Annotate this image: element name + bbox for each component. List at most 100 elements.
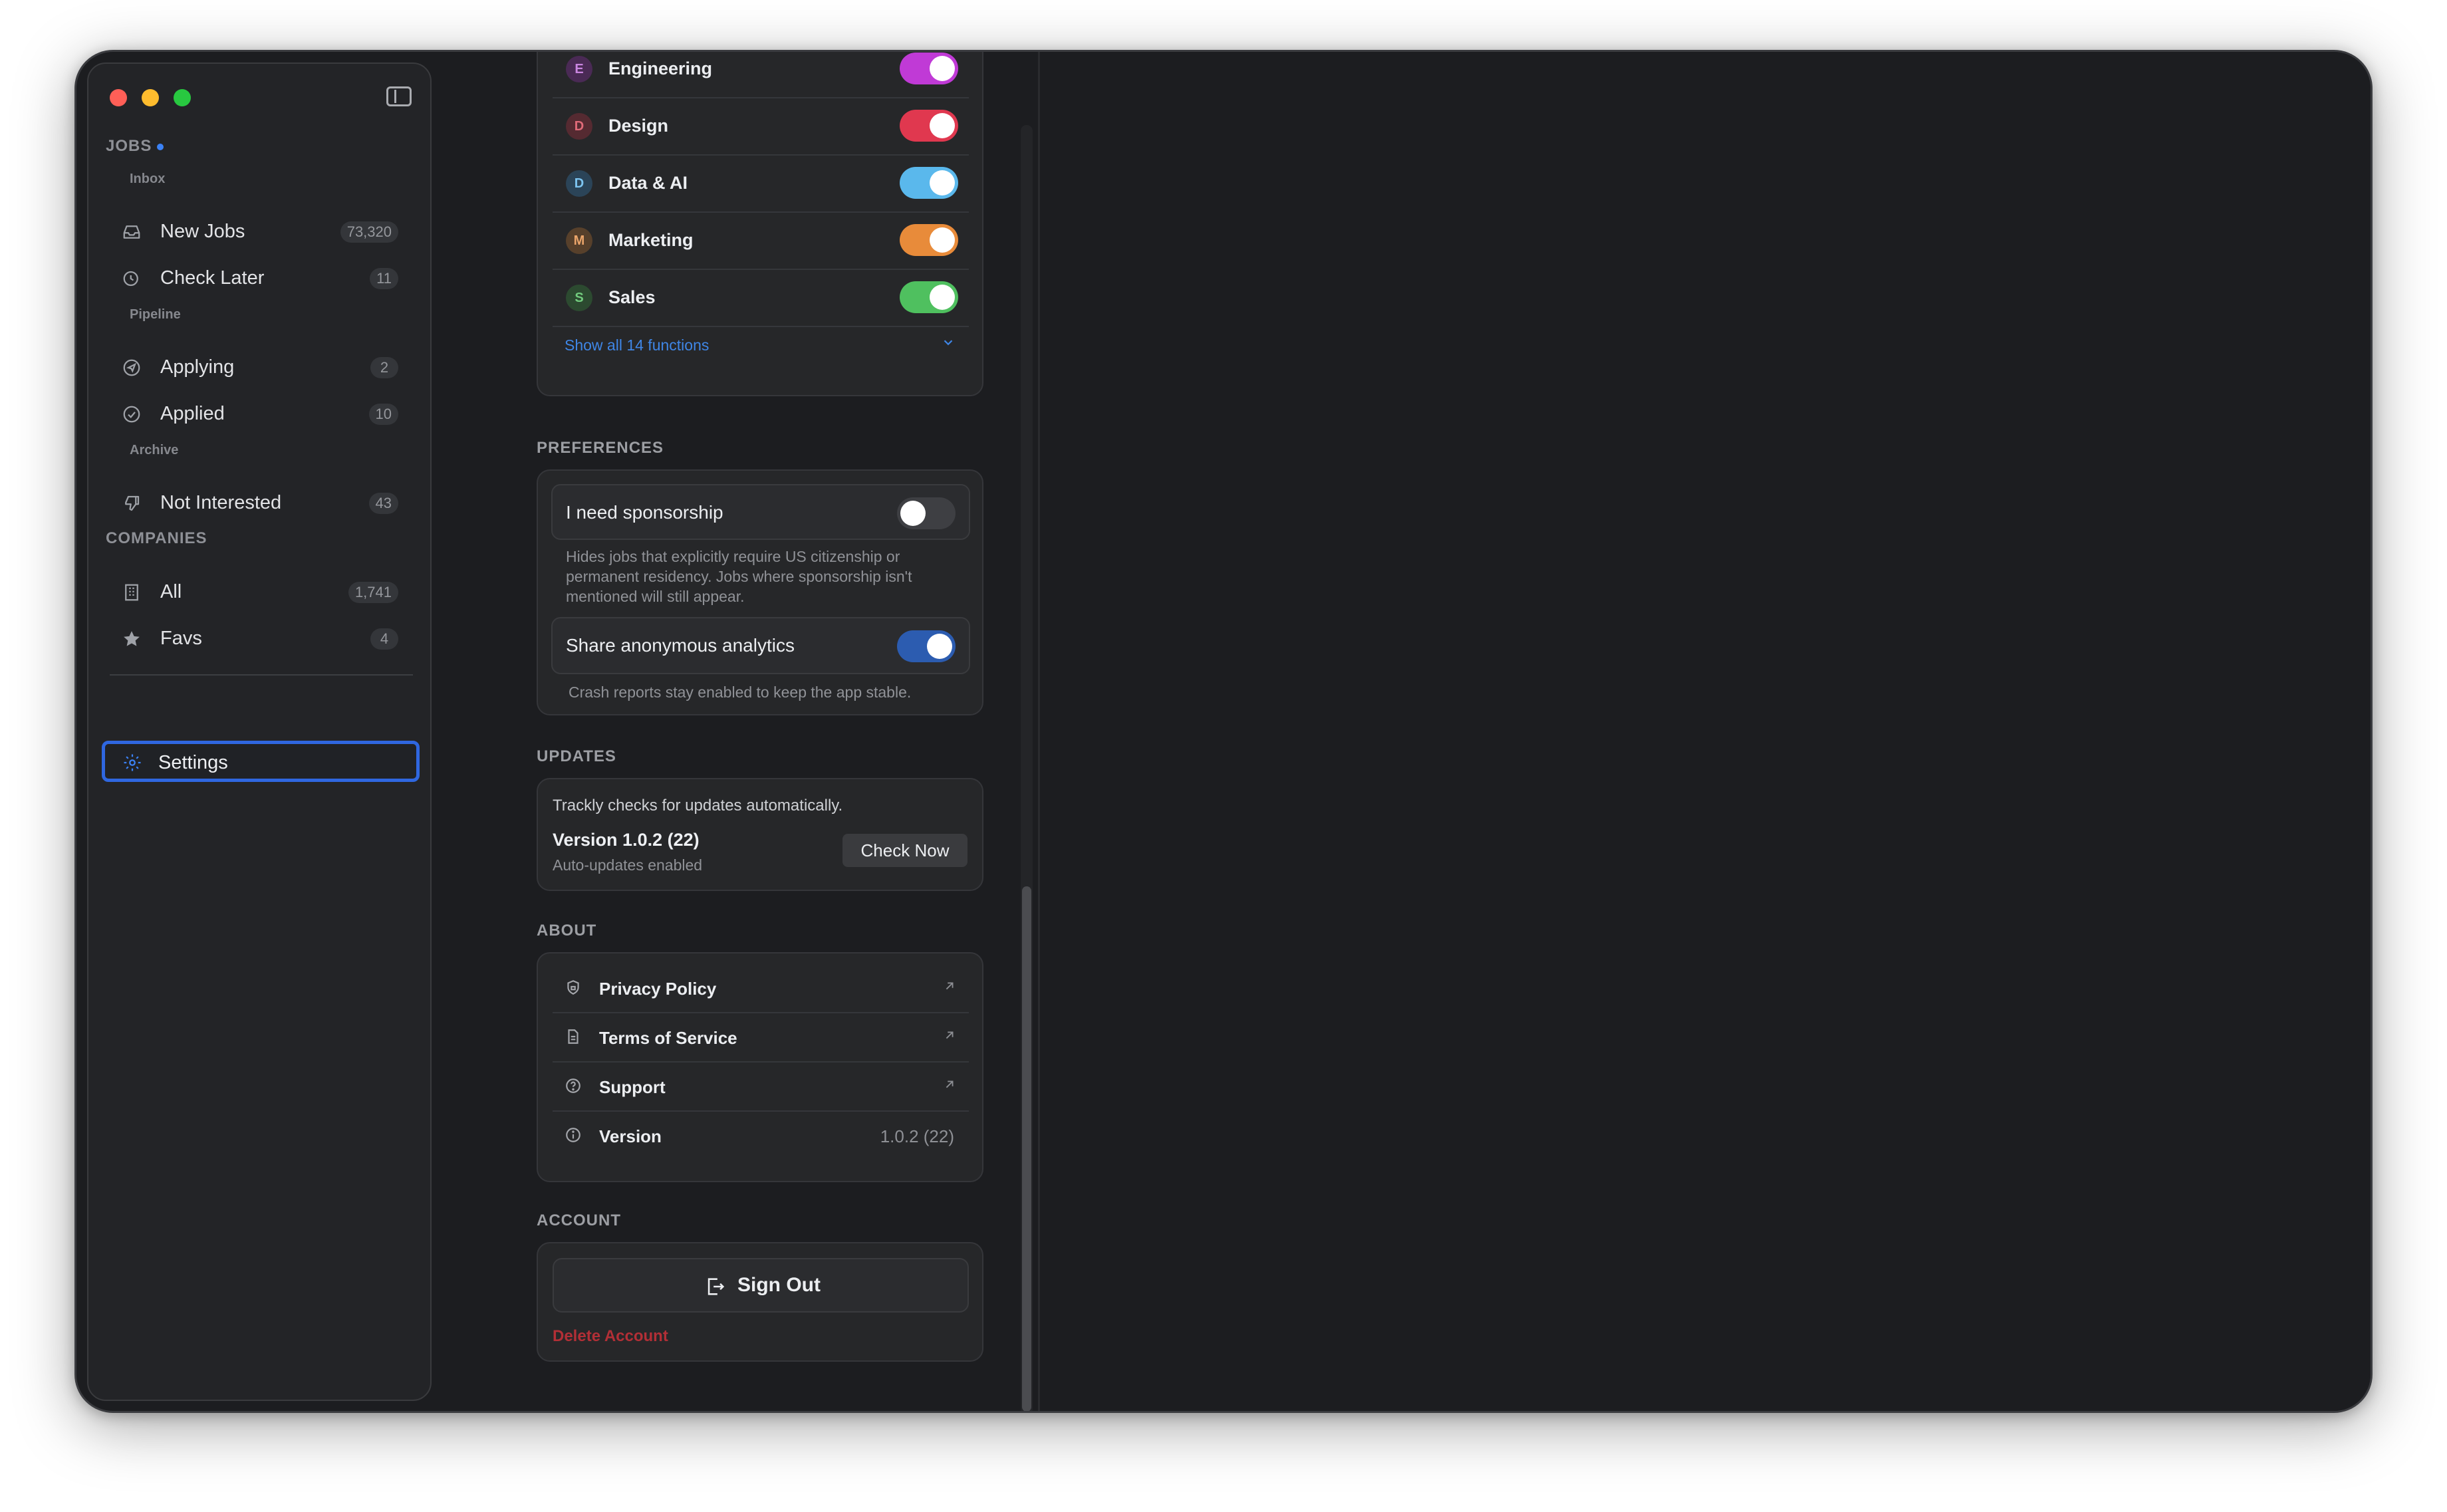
- sidebar: JOBS Inbox New Jobs 73,320 Check Later 1…: [87, 63, 432, 1401]
- version-value: 1.0.2 (22): [880, 1126, 954, 1146]
- marketing-toggle[interactable]: [900, 224, 958, 256]
- analytics-toggle[interactable]: [897, 630, 956, 662]
- sidebar-item-new-jobs[interactable]: New Jobs 73,320: [104, 211, 414, 250]
- companies-section-header: COMPANIES: [106, 529, 207, 547]
- toggle-knob: [930, 285, 955, 310]
- sidebar-item-not-interested[interactable]: Not Interested 43: [104, 483, 414, 521]
- inbox-group-label: Inbox: [130, 172, 166, 186]
- support-link[interactable]: Support: [553, 1061, 969, 1112]
- star-icon: [122, 629, 142, 649]
- sponsorship-label: I need sponsorship: [566, 502, 723, 523]
- function-row-marketing: M Marketing: [553, 211, 969, 270]
- count-badge: 10: [368, 404, 398, 425]
- sidebar-item-check-later[interactable]: Check Later 11: [104, 258, 414, 297]
- app-window: JOBS Inbox New Jobs 73,320 Check Later 1…: [74, 50, 2373, 1413]
- sponsorship-toggle[interactable]: [897, 497, 956, 529]
- sponsorship-row: I need sponsorship: [551, 484, 970, 540]
- sidebar-item-label: Not Interested: [160, 492, 282, 513]
- sidebar-item-settings[interactable]: Settings: [102, 741, 420, 782]
- document-icon: [565, 1028, 582, 1045]
- check-circle-icon: [122, 404, 142, 424]
- show-all-functions-link[interactable]: Show all 14 functions: [565, 336, 709, 354]
- delete-account-link[interactable]: Delete Account: [553, 1327, 668, 1346]
- external-link-icon: [942, 1028, 957, 1043]
- sidebar-item-applying[interactable]: Applying 2: [104, 347, 414, 386]
- toggle-knob: [930, 170, 955, 195]
- toggle-knob: [930, 227, 955, 253]
- count-badge: 11: [370, 268, 398, 289]
- terms-of-service-link[interactable]: Terms of Service: [553, 1012, 969, 1063]
- sponsorship-description: Hides jobs that explicitly require US ci…: [566, 548, 912, 605]
- function-row-sales: S Sales: [553, 269, 969, 327]
- account-card: Sign Out Delete Account: [537, 1242, 983, 1362]
- jobs-section-header: JOBS: [106, 137, 164, 156]
- sidebar-divider: [110, 674, 413, 676]
- pipeline-group-label: Pipeline: [130, 307, 181, 322]
- detail-pane: [1040, 52, 2371, 1411]
- function-avatar: E: [566, 56, 592, 82]
- count-badge: 4: [370, 628, 398, 650]
- data-ai-toggle[interactable]: [900, 167, 958, 199]
- account-header: ACCOUNT: [537, 1211, 621, 1229]
- scrollbar-thumb[interactable]: [1022, 886, 1031, 1411]
- count-badge: 73,320: [340, 221, 398, 243]
- close-window-button[interactable]: [110, 89, 127, 106]
- clock-icon: [122, 269, 142, 289]
- count-badge: 1,741: [348, 582, 398, 603]
- count-badge: 2: [370, 357, 398, 378]
- sidebar-toggle-icon[interactable]: [386, 86, 412, 106]
- sidebar-item-applied[interactable]: Applied 10: [104, 394, 414, 432]
- sign-out-label: Sign Out: [737, 1274, 821, 1296]
- engineering-toggle[interactable]: [900, 53, 958, 84]
- sales-toggle[interactable]: [900, 281, 958, 313]
- about-label: Support: [599, 1077, 666, 1097]
- function-label: Marketing: [608, 230, 694, 250]
- sidebar-item-label: Applying: [160, 356, 235, 378]
- version-row: Version 1.0.2 (22): [553, 1110, 969, 1160]
- toggle-knob: [930, 113, 955, 138]
- gear-icon: [122, 753, 142, 773]
- sidebar-item-label: All: [160, 581, 182, 602]
- about-label: Privacy Policy: [599, 979, 717, 999]
- about-label: Terms of Service: [599, 1028, 737, 1048]
- check-now-button[interactable]: Check Now: [842, 834, 967, 867]
- about-label: Version: [599, 1126, 662, 1146]
- sidebar-item-all-companies[interactable]: All 1,741: [104, 572, 414, 610]
- function-label: Sales: [608, 287, 656, 307]
- analytics-description: Crash reports stay enabled to keep the a…: [569, 684, 912, 701]
- paper-plane-icon: [122, 358, 142, 378]
- function-avatar: S: [566, 285, 592, 311]
- function-row-data-ai: D Data & AI: [553, 154, 969, 213]
- info-circle-icon: [565, 1126, 582, 1144]
- thumbs-down-icon: [122, 493, 142, 513]
- unread-dot-icon: [157, 143, 164, 150]
- building-icon: [122, 582, 142, 602]
- chevron-down-icon[interactable]: [941, 335, 956, 350]
- sidebar-item-favs[interactable]: Favs 4: [104, 618, 414, 657]
- external-link-icon: [942, 1077, 957, 1092]
- function-label: Engineering: [608, 59, 713, 78]
- toggle-knob: [930, 56, 955, 81]
- question-circle-icon: [565, 1077, 582, 1094]
- minimize-window-button[interactable]: [142, 89, 159, 106]
- sidebar-item-label: Check Later: [160, 267, 265, 289]
- preferences-header: PREFERENCES: [537, 439, 664, 457]
- shield-lock-icon: [565, 979, 582, 996]
- analytics-label: Share anonymous analytics: [566, 635, 795, 656]
- updates-description: Trackly checks for updates automatically…: [553, 797, 843, 815]
- sidebar-item-label: Applied: [160, 403, 225, 424]
- function-label: Design: [608, 116, 669, 136]
- privacy-policy-link[interactable]: Privacy Policy: [553, 963, 969, 1013]
- design-toggle[interactable]: [900, 110, 958, 142]
- function-row-design: D Design: [553, 97, 969, 156]
- sign-out-button[interactable]: Sign Out: [553, 1258, 969, 1313]
- archive-group-label: Archive: [130, 443, 179, 457]
- settings-panel: E Engineering D Design D Data & AI M Mar…: [436, 52, 1038, 1411]
- zoom-window-button[interactable]: [174, 89, 191, 106]
- sidebar-item-label: New Jobs: [160, 221, 245, 242]
- function-label: Data & AI: [608, 173, 688, 193]
- sidebar-item-label: Settings: [158, 752, 228, 773]
- analytics-row: Share anonymous analytics: [551, 617, 970, 674]
- count-badge: 43: [368, 493, 398, 514]
- sign-out-icon: [704, 1275, 727, 1298]
